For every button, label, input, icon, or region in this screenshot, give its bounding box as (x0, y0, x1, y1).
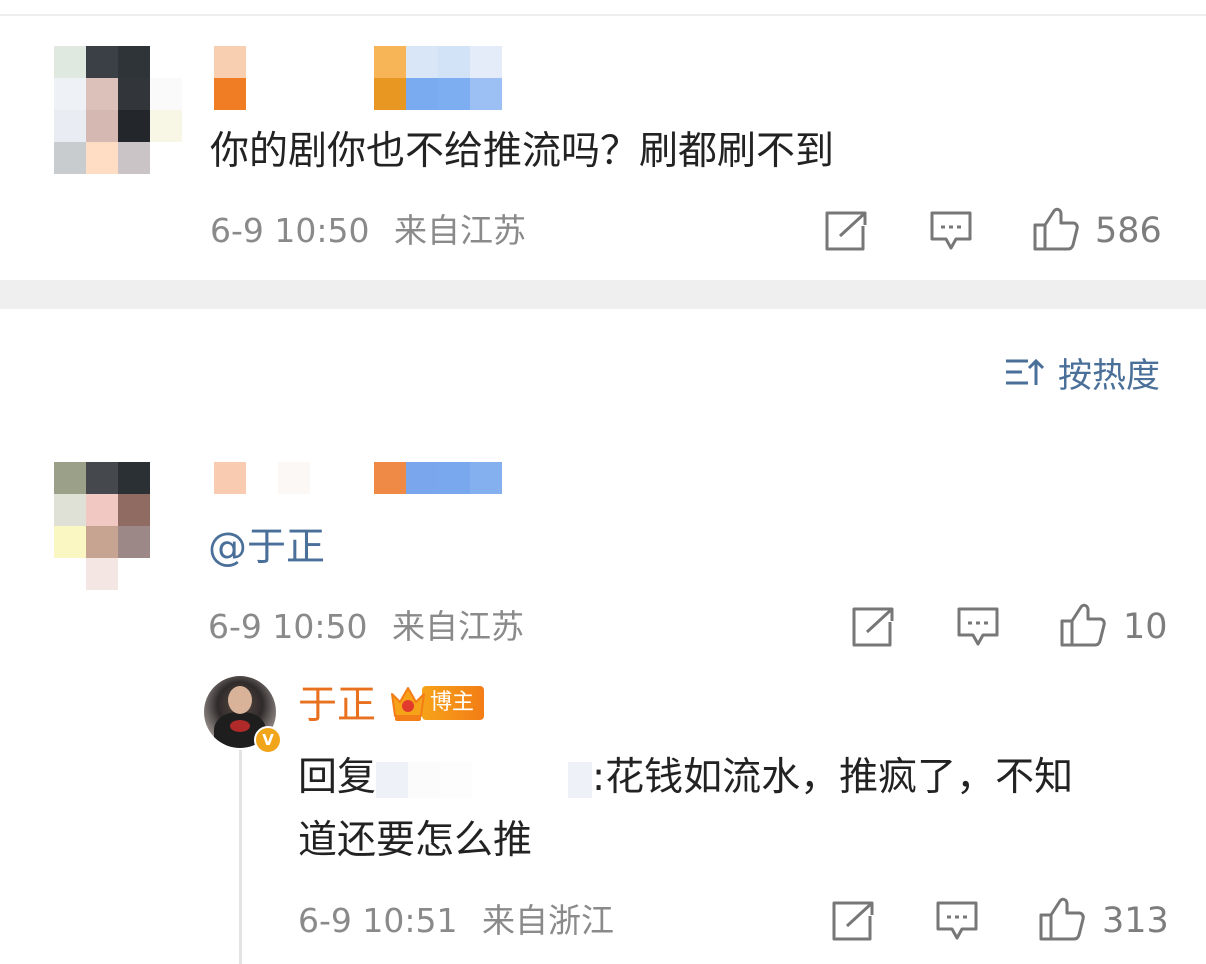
location: 来自江苏 (394, 211, 526, 250)
replied-username[interactable] (376, 761, 593, 798)
crown-icon (388, 682, 428, 724)
reply-body-line1: :花钱如流水，推疯了，不知 (592, 755, 1074, 800)
thumbs-up-icon[interactable] (1038, 896, 1086, 942)
sort-label: 按热度 (1058, 356, 1160, 396)
avatar[interactable] (54, 462, 182, 590)
timestamp: 6-9 10:50 (208, 607, 368, 646)
timestamp: 6-9 10:50 (210, 211, 370, 250)
verified-badge-icon: V (254, 726, 282, 754)
thumbs-up-icon[interactable] (1059, 602, 1107, 648)
reply-prefix: 回复 (298, 755, 377, 800)
reply-meta: 6-9 10:51 来自浙江 (298, 901, 614, 941)
username[interactable] (214, 462, 502, 494)
location: 来自浙江 (482, 901, 614, 940)
like-count: 10 (1123, 607, 1168, 647)
reply-thread-line (239, 750, 242, 964)
comment-text: 你的剧你也不给推流吗？刷都刷不到 (210, 129, 835, 174)
reply-text: 回复 :花钱如流水，推疯了，不知 (298, 752, 1073, 804)
section-divider (0, 280, 1206, 309)
repost-icon[interactable] (851, 606, 895, 648)
username[interactable] (214, 46, 502, 110)
comment-icon[interactable] (929, 210, 973, 252)
reply-text-continued: 道还要怎么推 (298, 818, 533, 863)
repost-icon[interactable] (824, 210, 868, 252)
reply-author-name[interactable]: 于正 (298, 683, 376, 729)
blogger-label: 博主 (422, 686, 485, 720)
thumbs-up-icon[interactable] (1032, 206, 1080, 252)
comment-icon[interactable] (935, 900, 979, 942)
location: 来自江苏 (392, 607, 524, 646)
like-count: 313 (1102, 901, 1169, 941)
comment-icon[interactable] (956, 606, 1000, 648)
comment-thread: 你的剧你也不给推流吗？刷都刷不到 6-9 10:50 来自江苏 586 按热度 (0, 0, 1206, 964)
comment-meta: 6-9 10:50 来自江苏 (210, 211, 526, 251)
sort-icon (1004, 355, 1045, 397)
avatar[interactable] (54, 46, 182, 174)
comment-meta: 6-9 10:50 来自江苏 (208, 607, 524, 647)
mention-link[interactable]: @于正 (208, 522, 325, 574)
sort-by-hot-button[interactable]: 按热度 (1004, 355, 1160, 397)
timestamp: 6-9 10:51 (298, 901, 458, 940)
like-count: 586 (1095, 211, 1162, 251)
repost-icon[interactable] (831, 900, 875, 942)
blogger-badge: 博主 (388, 682, 485, 724)
divider (0, 14, 1206, 16)
